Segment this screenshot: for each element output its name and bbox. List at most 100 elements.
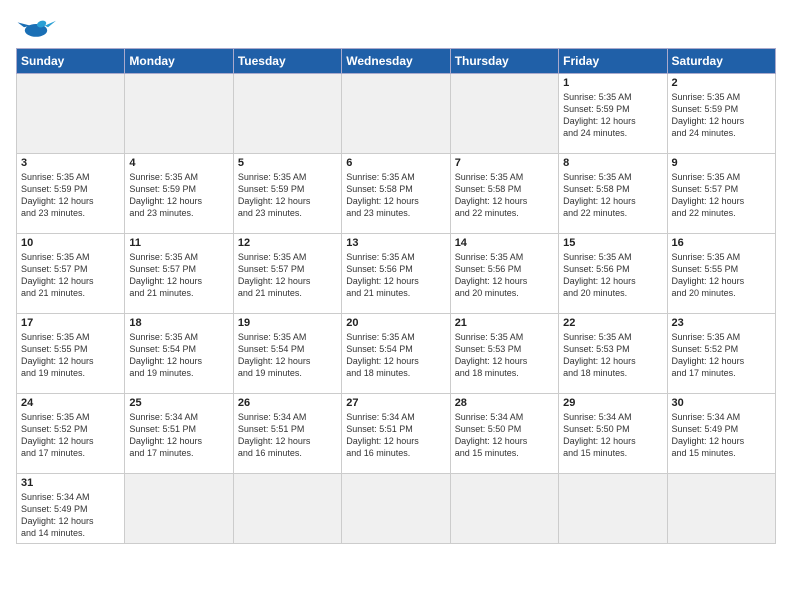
day-info: Sunrise: 5:35 AM Sunset: 5:54 PM Dayligh… <box>238 331 337 380</box>
day-info: Sunrise: 5:35 AM Sunset: 5:56 PM Dayligh… <box>455 251 554 300</box>
calendar-cell: 5 Sunrise: 5:35 AM Sunset: 5:59 PM Daylig… <box>233 154 341 234</box>
calendar-cell: 18 Sunrise: 5:35 AM Sunset: 5:54 PM Dayli… <box>125 314 233 394</box>
calendar-cell: 9 Sunrise: 5:35 AM Sunset: 5:57 PM Daylig… <box>667 154 775 234</box>
day-info: Sunrise: 5:35 AM Sunset: 5:59 PM Dayligh… <box>21 171 120 220</box>
calendar-cell: 21Sunrise: 5:35 AM Sunset: 5:53 PM Dayli… <box>450 314 558 394</box>
day-number: 14 <box>455 237 554 249</box>
calendar-cell: 11Sunrise: 5:35 AM Sunset: 5:57 PM Dayli… <box>125 234 233 314</box>
day-info: Sunrise: 5:35 AM Sunset: 5:59 PM Dayligh… <box>238 171 337 220</box>
calendar-cell: 8Sunrise: 5:35 AM Sunset: 5:58 PM Daylig… <box>559 154 667 234</box>
calendar-cell: 17 Sunrise: 5:35 AM Sunset: 5:55 PM Dayli… <box>17 314 125 394</box>
day-info: Sunrise: 5:35 AM Sunset: 5:59 PM Dayligh… <box>563 91 662 140</box>
day-info: Sunrise: 5:34 AM Sunset: 5:50 PM Dayligh… <box>455 411 554 460</box>
day-number: 26 <box>238 397 337 409</box>
calendar-cell: 3 Sunrise: 5:35 AM Sunset: 5:59 PM Daylig… <box>17 154 125 234</box>
calendar-cell: 14 Sunrise: 5:35 AM Sunset: 5:56 PM Dayli… <box>450 234 558 314</box>
calendar-cell: 29Sunrise: 5:34 AM Sunset: 5:50 PM Dayli… <box>559 394 667 474</box>
calendar-cell: 20 Sunrise: 5:35 AM Sunset: 5:54 PM Dayli… <box>342 314 450 394</box>
day-number: 1 <box>563 77 662 89</box>
weekday-header-friday: Friday <box>559 49 667 74</box>
day-info: Sunrise: 5:35 AM Sunset: 5:58 PM Dayligh… <box>346 171 445 220</box>
calendar-week-row: 1 Sunrise: 5:35 AM Sunset: 5:59 PM Daylig… <box>17 74 776 154</box>
calendar-week-row: 10 Sunrise: 5:35 AM Sunset: 5:57 PM Dayli… <box>17 234 776 314</box>
day-info: Sunrise: 5:34 AM Sunset: 5:49 PM Dayligh… <box>672 411 771 460</box>
day-info: Sunrise: 5:35 AM Sunset: 5:55 PM Dayligh… <box>21 331 120 380</box>
day-info: Sunrise: 5:35 AM Sunset: 5:57 PM Dayligh… <box>21 251 120 300</box>
calendar-cell: 26 Sunrise: 5:34 AM Sunset: 5:51 PM Dayli… <box>233 394 341 474</box>
calendar-cell <box>559 474 667 544</box>
weekday-header-sunday: Sunday <box>17 49 125 74</box>
calendar-cell <box>233 74 341 154</box>
calendar-cell <box>125 474 233 544</box>
day-number: 16 <box>672 237 771 249</box>
day-number: 12 <box>238 237 337 249</box>
day-number: 23 <box>672 317 771 329</box>
day-info: Sunrise: 5:35 AM Sunset: 5:53 PM Dayligh… <box>563 331 662 380</box>
calendar-cell: 31 Sunrise: 5:34 AM Sunset: 5:49 PM Dayli… <box>17 474 125 544</box>
day-number: 3 <box>21 157 120 169</box>
calendar-cell: 10 Sunrise: 5:35 AM Sunset: 5:57 PM Dayli… <box>17 234 125 314</box>
day-number: 15 <box>563 237 662 249</box>
calendar-cell: 19 Sunrise: 5:35 AM Sunset: 5:54 PM Dayli… <box>233 314 341 394</box>
day-number: 28 <box>455 397 554 409</box>
calendar-cell <box>233 474 341 544</box>
day-number: 20 <box>346 317 445 329</box>
weekday-header-thursday: Thursday <box>450 49 558 74</box>
calendar-cell: 6Sunrise: 5:35 AM Sunset: 5:58 PM Daylig… <box>342 154 450 234</box>
day-info: Sunrise: 5:34 AM Sunset: 5:49 PM Dayligh… <box>21 491 120 540</box>
weekday-header-row: SundayMondayTuesdayWednesdayThursdayFrid… <box>17 49 776 74</box>
calendar-week-row: 31 Sunrise: 5:34 AM Sunset: 5:49 PM Dayli… <box>17 474 776 544</box>
day-number: 24 <box>21 397 120 409</box>
calendar-cell: 24 Sunrise: 5:35 AM Sunset: 5:52 PM Dayli… <box>17 394 125 474</box>
day-number: 18 <box>129 317 228 329</box>
calendar-cell: 16Sunrise: 5:35 AM Sunset: 5:55 PM Dayli… <box>667 234 775 314</box>
day-info: Sunrise: 5:35 AM Sunset: 5:54 PM Dayligh… <box>346 331 445 380</box>
day-info: Sunrise: 5:35 AM Sunset: 5:54 PM Dayligh… <box>129 331 228 380</box>
calendar-week-row: 17 Sunrise: 5:35 AM Sunset: 5:55 PM Dayli… <box>17 314 776 394</box>
weekday-header-saturday: Saturday <box>667 49 775 74</box>
day-number: 9 <box>672 157 771 169</box>
calendar-cell: 30Sunrise: 5:34 AM Sunset: 5:49 PM Dayli… <box>667 394 775 474</box>
day-number: 19 <box>238 317 337 329</box>
day-number: 13 <box>346 237 445 249</box>
calendar-cell: 4Sunrise: 5:35 AM Sunset: 5:59 PM Daylig… <box>125 154 233 234</box>
calendar-cell: 25 Sunrise: 5:34 AM Sunset: 5:51 PM Dayli… <box>125 394 233 474</box>
calendar-week-row: 24 Sunrise: 5:35 AM Sunset: 5:52 PM Dayli… <box>17 394 776 474</box>
calendar-cell: 28 Sunrise: 5:34 AM Sunset: 5:50 PM Dayli… <box>450 394 558 474</box>
day-number: 2 <box>672 77 771 89</box>
calendar-cell <box>17 74 125 154</box>
day-info: Sunrise: 5:34 AM Sunset: 5:51 PM Dayligh… <box>238 411 337 460</box>
day-info: Sunrise: 5:35 AM Sunset: 5:56 PM Dayligh… <box>563 251 662 300</box>
day-number: 31 <box>21 477 120 489</box>
day-info: Sunrise: 5:35 AM Sunset: 5:57 PM Dayligh… <box>238 251 337 300</box>
day-info: Sunrise: 5:35 AM Sunset: 5:56 PM Dayligh… <box>346 251 445 300</box>
page-header <box>16 16 776 40</box>
calendar-cell: 27Sunrise: 5:34 AM Sunset: 5:51 PM Dayli… <box>342 394 450 474</box>
day-number: 11 <box>129 237 228 249</box>
day-info: Sunrise: 5:35 AM Sunset: 5:59 PM Dayligh… <box>672 91 771 140</box>
day-number: 17 <box>21 317 120 329</box>
calendar-cell: 15 Sunrise: 5:35 AM Sunset: 5:56 PM Dayli… <box>559 234 667 314</box>
day-info: Sunrise: 5:35 AM Sunset: 5:57 PM Dayligh… <box>672 171 771 220</box>
calendar-cell <box>125 74 233 154</box>
calendar-cell: 2 Sunrise: 5:35 AM Sunset: 5:59 PM Daylig… <box>667 74 775 154</box>
calendar-cell <box>450 74 558 154</box>
calendar-cell: 22Sunrise: 5:35 AM Sunset: 5:53 PM Dayli… <box>559 314 667 394</box>
day-number: 25 <box>129 397 228 409</box>
day-number: 8 <box>563 157 662 169</box>
day-info: Sunrise: 5:35 AM Sunset: 5:59 PM Dayligh… <box>129 171 228 220</box>
day-number: 10 <box>21 237 120 249</box>
calendar-table: SundayMondayTuesdayWednesdayThursdayFrid… <box>16 48 776 544</box>
day-info: Sunrise: 5:35 AM Sunset: 5:52 PM Dayligh… <box>21 411 120 460</box>
calendar-cell <box>667 474 775 544</box>
calendar-cell: 1 Sunrise: 5:35 AM Sunset: 5:59 PM Daylig… <box>559 74 667 154</box>
day-info: Sunrise: 5:34 AM Sunset: 5:51 PM Dayligh… <box>346 411 445 460</box>
day-number: 5 <box>238 157 337 169</box>
day-info: Sunrise: 5:35 AM Sunset: 5:52 PM Dayligh… <box>672 331 771 380</box>
day-info: Sunrise: 5:34 AM Sunset: 5:51 PM Dayligh… <box>129 411 228 460</box>
day-number: 29 <box>563 397 662 409</box>
weekday-header-monday: Monday <box>125 49 233 74</box>
day-info: Sunrise: 5:35 AM Sunset: 5:58 PM Dayligh… <box>455 171 554 220</box>
calendar-cell: 23 Sunrise: 5:35 AM Sunset: 5:52 PM Dayli… <box>667 314 775 394</box>
calendar-cell: 13 Sunrise: 5:35 AM Sunset: 5:56 PM Dayli… <box>342 234 450 314</box>
